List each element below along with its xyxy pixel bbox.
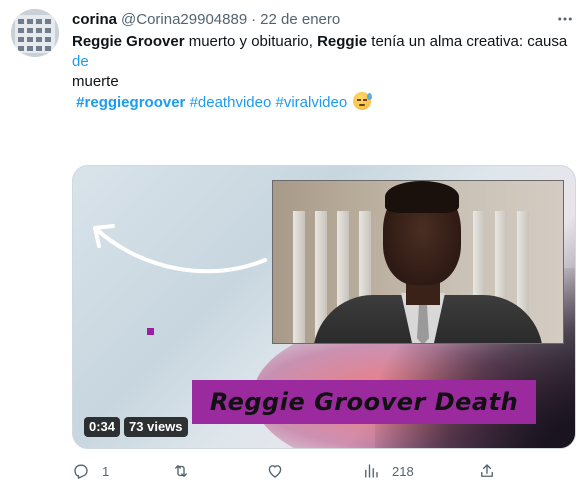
reply-count: 1 (102, 463, 110, 479)
tweet-header: corina @Corina29904889 · 22 de enero (72, 10, 577, 30)
window-blind (293, 211, 305, 343)
accent-square (147, 328, 154, 335)
hashtag-line: #reggiegroover #deathvideo #viralvideo (72, 92, 577, 113)
video-title-banner: Reggie Groover Death (192, 380, 536, 424)
share-button[interactable] (478, 461, 496, 481)
like-button[interactable] (266, 461, 296, 481)
person-hair (385, 181, 459, 213)
tweet-content: corina @Corina29904889 · 22 de enero Reg… (72, 10, 577, 113)
heart-icon (268, 465, 282, 478)
retweet-icon (175, 465, 187, 477)
video-badges: 0:34 73 views (84, 417, 188, 437)
share-icon (481, 464, 493, 477)
bold-name-2: Reggie (317, 33, 368, 50)
text-segment-2: muerto y obituario, (184, 33, 318, 50)
video-duration-badge: 0:34 (84, 417, 121, 437)
avatar[interactable] (11, 9, 59, 57)
hashtag-deathvideo[interactable]: #deathvideo (190, 94, 272, 111)
video-views-badge: 73 views (124, 417, 188, 437)
hashtag-reggiegroover[interactable]: #reggiegroover (76, 94, 185, 111)
reply-icon (74, 464, 88, 479)
text-segment-6: muerte (72, 73, 119, 90)
author-name[interactable]: corina (72, 10, 117, 30)
tweet-actions: 1 218 (72, 461, 577, 481)
tweet-date[interactable]: 22 de enero (260, 10, 340, 30)
separator-dot: · (251, 11, 257, 28)
video-player[interactable]: Reggie Groover Death 0:34 73 views (72, 165, 576, 449)
more-options-icon[interactable] (555, 10, 575, 30)
views-button[interactable]: 218 (362, 461, 414, 481)
author-handle[interactable]: @Corina29904889 (121, 10, 247, 30)
tweet-text: Reggie Groover muerto y obituario, Reggi… (72, 32, 577, 92)
text-segment-4: tenía un alma creativa: causa (367, 33, 568, 50)
video-thumbnail-photo (272, 180, 564, 344)
bold-name-1: Reggie Groover (72, 33, 185, 50)
text-link-de[interactable]: de (72, 53, 89, 70)
curved-arrow-icon (93, 224, 267, 274)
video-title-text: Reggie Groover Death (209, 388, 519, 416)
view-count: 218 (392, 463, 414, 479)
hashtag-viralvideo[interactable]: #viralvideo (275, 94, 347, 111)
downcast-sweat-emoji-icon (353, 92, 373, 110)
analytics-bars-icon (365, 464, 378, 478)
retweet-button[interactable] (172, 461, 202, 481)
avatar-building-image (11, 9, 59, 57)
reply-button[interactable]: 1 (72, 461, 109, 481)
